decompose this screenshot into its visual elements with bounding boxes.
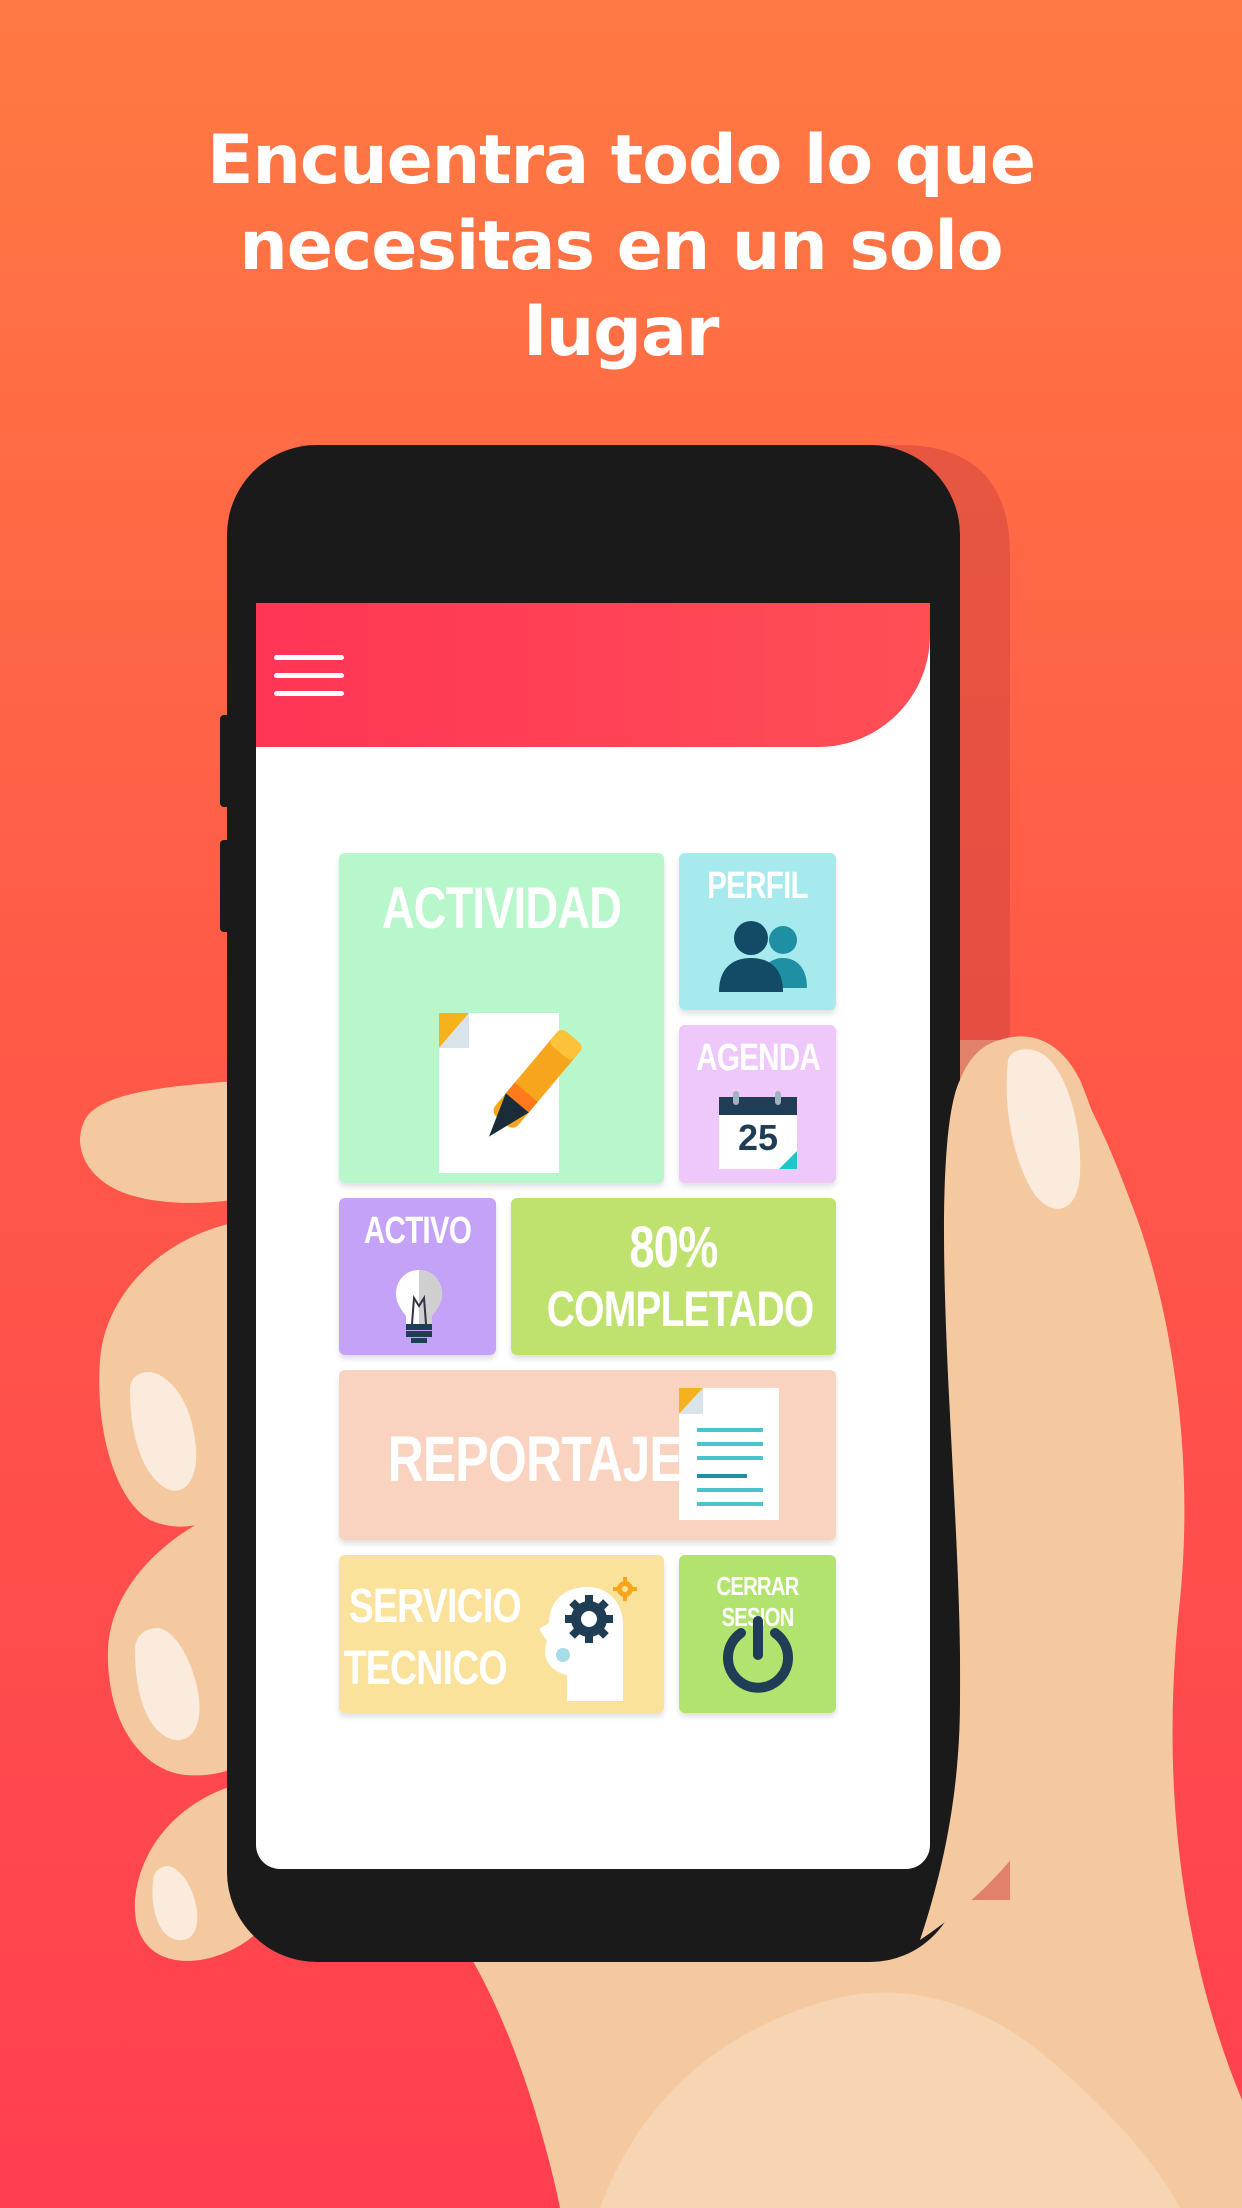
tile-activo[interactable]: ACTIVO [339,1198,496,1355]
tile-servicio-label-2: TECNICO [343,1642,508,1695]
tile-agenda-label: AGENDA [696,1037,821,1079]
calendar-date: 25 [737,1117,779,1158]
head-gears-icon [539,1577,637,1701]
tile-activo-label: ACTIVO [363,1210,472,1252]
progress-label: COMPLETADO [546,1281,814,1337]
tile-reportaje-label: REPORTAJE [387,1423,683,1495]
tile-actividad[interactable]: ACTIVIDAD [339,853,664,1183]
phone-side-button-2 [220,840,230,932]
lightbulb-icon [396,1270,442,1343]
tile-perfil[interactable]: PERFIL [679,853,836,1010]
tile-servicio-label-1: SERVICIO [348,1580,522,1633]
users-icon [719,921,807,992]
phone-side-button-1 [220,715,230,807]
tile-perfil-label: PERFIL [707,865,808,907]
report-document-icon [679,1388,779,1520]
tile-reportaje[interactable]: REPORTAJE [339,1370,836,1540]
app-bar [256,603,930,747]
progress-percent: 80% [629,1215,718,1280]
tile-progreso[interactable]: 80% COMPLETADO [511,1198,836,1355]
hamburger-menu-icon[interactable] [274,655,344,699]
tile-actividad-label: ACTIVIDAD [381,876,622,941]
document-pen-icon [439,1013,582,1173]
tile-agenda[interactable]: AGENDA 25 [679,1025,836,1183]
app-screen: ACTIVIDAD PERFIL AGENDA 25 ACTIVO 80% CO… [256,603,930,1869]
tile-cerrar-sesion[interactable]: CERRAR SESION [679,1555,836,1713]
power-icon [723,1616,793,1693]
tile-servicio-tecnico[interactable]: SERVICIO TECNICO [339,1555,664,1713]
